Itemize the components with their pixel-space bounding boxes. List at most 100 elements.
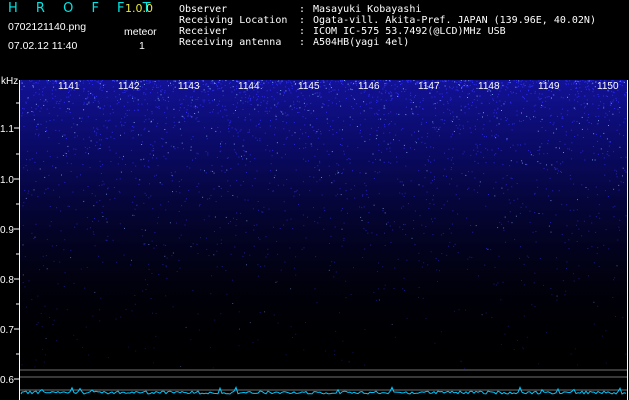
noise-speck bbox=[149, 153, 151, 155]
noise-speck bbox=[285, 115, 287, 117]
noise-speck bbox=[35, 359, 37, 361]
noise-speck bbox=[598, 104, 600, 106]
noise-speck bbox=[479, 96, 481, 98]
noise-speck bbox=[46, 238, 48, 240]
noise-speck bbox=[219, 227, 221, 229]
noise-speck bbox=[378, 109, 380, 111]
noise-speck bbox=[83, 138, 85, 140]
noise-speck bbox=[94, 99, 96, 101]
noise-speck bbox=[516, 161, 518, 163]
noise-speck bbox=[404, 290, 405, 291]
noise-speck bbox=[524, 85, 526, 87]
noise-speck bbox=[579, 83, 581, 85]
noise-speck bbox=[461, 173, 463, 174]
noise-speck bbox=[155, 106, 157, 108]
noise-speck bbox=[572, 273, 574, 275]
noise-speck bbox=[121, 158, 123, 160]
noise-speck bbox=[155, 335, 157, 337]
noise-speck bbox=[356, 103, 358, 105]
noise-speck bbox=[283, 224, 285, 226]
noise-speck bbox=[87, 116, 89, 118]
noise-speck bbox=[559, 141, 561, 142]
noise-speck bbox=[65, 138, 67, 140]
noise-speck bbox=[362, 195, 363, 197]
noise-speck bbox=[556, 268, 558, 270]
noise-speck bbox=[369, 139, 371, 141]
noise-speck bbox=[100, 165, 102, 167]
noise-speck bbox=[143, 121, 145, 123]
noise-speck bbox=[509, 202, 511, 204]
noise-speck bbox=[157, 122, 159, 124]
noise-speck bbox=[62, 135, 63, 137]
noise-speck bbox=[566, 204, 568, 206]
noise-speck bbox=[109, 149, 111, 151]
noise-speck bbox=[348, 158, 350, 159]
noise-speck bbox=[323, 143, 325, 145]
noise-speck bbox=[203, 101, 205, 103]
noise-speck bbox=[112, 86, 114, 88]
noise-speck bbox=[114, 81, 115, 83]
noise-speck bbox=[415, 83, 417, 85]
noise-speck bbox=[622, 182, 624, 183]
noise-speck bbox=[561, 171, 562, 173]
noise-speck bbox=[58, 143, 60, 144]
noise-speck bbox=[211, 164, 213, 166]
noise-speck bbox=[253, 96, 254, 98]
noise-speck bbox=[154, 81, 156, 82]
noise-speck bbox=[178, 121, 180, 123]
noise-speck bbox=[207, 198, 209, 200]
noise-speck bbox=[335, 173, 336, 175]
noise-speck bbox=[483, 124, 485, 126]
noise-speck bbox=[328, 269, 330, 271]
noise-speck bbox=[197, 111, 199, 113]
noise-speck bbox=[317, 222, 319, 224]
noise-speck bbox=[442, 96, 443, 98]
noise-speck bbox=[450, 120, 452, 122]
noise-speck bbox=[240, 184, 242, 186]
noise-speck bbox=[60, 99, 62, 101]
noise-speck bbox=[280, 269, 282, 271]
noise-speck bbox=[402, 205, 404, 207]
noise-speck bbox=[435, 108, 436, 109]
noise-speck bbox=[525, 206, 527, 208]
noise-speck bbox=[612, 101, 614, 103]
noise-speck bbox=[602, 153, 604, 154]
noise-speck bbox=[370, 127, 372, 129]
noise-speck bbox=[413, 228, 415, 230]
noise-speck bbox=[319, 94, 321, 96]
noise-speck bbox=[197, 106, 198, 108]
noise-speck bbox=[433, 147, 434, 149]
noise-speck bbox=[203, 89, 205, 91]
noise-speck bbox=[517, 198, 519, 200]
noise-speck bbox=[165, 142, 167, 144]
noise-speck bbox=[577, 90, 579, 92]
noise-speck bbox=[234, 246, 236, 248]
noise-speck bbox=[275, 114, 277, 116]
noise-speck bbox=[82, 82, 84, 84]
noise-speck bbox=[452, 148, 454, 150]
noise-speck bbox=[303, 225, 305, 227]
noise-speck bbox=[63, 134, 65, 136]
noise-speck bbox=[434, 126, 436, 128]
noise-speck bbox=[147, 109, 148, 111]
noise-speck bbox=[172, 191, 173, 193]
noise-speck bbox=[587, 188, 589, 190]
noise-speck bbox=[343, 239, 345, 241]
noise-speck bbox=[212, 82, 214, 84]
noise-speck bbox=[148, 118, 150, 120]
noise-speck bbox=[394, 88, 396, 90]
noise-speck bbox=[502, 177, 504, 179]
noise-speck bbox=[524, 98, 525, 100]
noise-speck bbox=[43, 100, 45, 102]
noise-speck bbox=[137, 99, 139, 101]
noise-speck bbox=[190, 96, 192, 98]
noise-speck bbox=[250, 98, 252, 99]
noise-speck bbox=[411, 100, 412, 102]
noise-speck bbox=[533, 282, 535, 284]
noise-speck bbox=[34, 161, 36, 163]
noise-speck bbox=[417, 113, 419, 115]
noise-speck bbox=[204, 99, 206, 101]
noise-speck bbox=[505, 241, 506, 243]
noise-speck bbox=[276, 83, 278, 85]
noise-speck bbox=[555, 257, 557, 259]
